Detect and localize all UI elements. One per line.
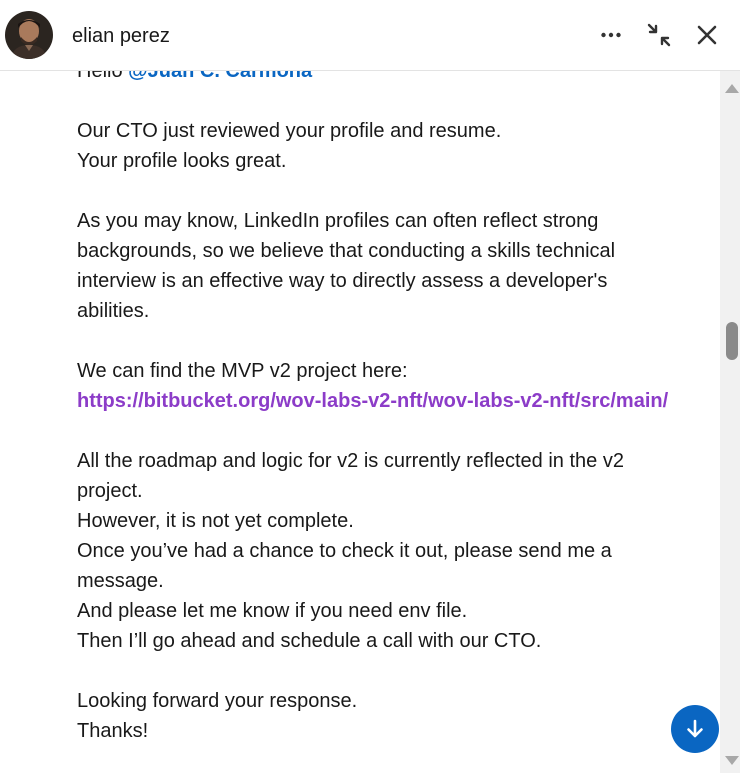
paragraph-4-line-1: All the roadmap and logic for v2 is curr… [77, 450, 624, 502]
closing-line-1: Looking forward your response. [77, 690, 358, 712]
more-options-button[interactable] [594, 18, 628, 52]
collapse-button[interactable] [642, 18, 676, 52]
paragraph-1-line-2: Your profile looks great. [77, 150, 287, 172]
more-options-icon [601, 32, 621, 38]
message-thread[interactable]: Hello @Juan C. Carmona Our CTO just revi… [0, 71, 720, 773]
paragraph-4-line-2: However, it is not yet complete. [77, 510, 354, 532]
greeting-text: Hello [77, 71, 123, 82]
scrollbar-thumb[interactable] [726, 322, 738, 360]
scroll-up-arrow-icon[interactable] [725, 84, 739, 93]
paragraph-4-line-4: And please let me know if you need env f… [77, 600, 468, 622]
paragraph-1-line-1: Our CTO just reviewed your profile and r… [77, 120, 502, 142]
jump-to-latest-button[interactable] [671, 705, 719, 753]
scroll-down-arrow-icon[interactable] [725, 756, 739, 765]
person-avatar-icon [5, 11, 53, 59]
scrollbar-track[interactable] [720, 71, 740, 773]
greeting-line: Hello @Juan C. Carmona [77, 71, 677, 86]
collapse-arrows-icon [647, 23, 671, 47]
contact-name[interactable]: elian perez [72, 24, 170, 48]
paragraph-3: We can find the MVP v2 project here: htt… [77, 356, 677, 416]
avatar[interactable] [5, 11, 53, 59]
paragraph-4-line-3: Once you’ve had a chance to check it out… [77, 540, 612, 592]
paragraph-4-line-5: Then I’ll go ahead and schedule a call w… [77, 630, 542, 652]
message-window: elian perez Hello @Juan C. Carmona Our C… [0, 0, 740, 773]
close-button[interactable] [690, 18, 724, 52]
close-icon [697, 25, 717, 45]
paragraph-1: Our CTO just reviewed your profile and r… [77, 116, 677, 176]
closing-line-2: Thanks! [77, 720, 149, 742]
message-body: Hello @Juan C. Carmona Our CTO just revi… [77, 71, 677, 773]
paragraph-2: As you may know, LinkedIn profiles can o… [77, 210, 616, 322]
project-link[interactable]: https://bitbucket.org/wov-labs-v2-nft/wo… [77, 386, 677, 416]
arrow-down-icon [687, 719, 703, 738]
conversation-header: elian perez [0, 0, 740, 71]
paragraph-4: All the roadmap and logic for v2 is curr… [77, 446, 677, 656]
closing: Looking forward your response. Thanks! [77, 686, 677, 746]
mention-link[interactable]: @Juan C. Carmona [128, 71, 312, 82]
project-intro: We can find the MVP v2 project here: [77, 360, 408, 382]
